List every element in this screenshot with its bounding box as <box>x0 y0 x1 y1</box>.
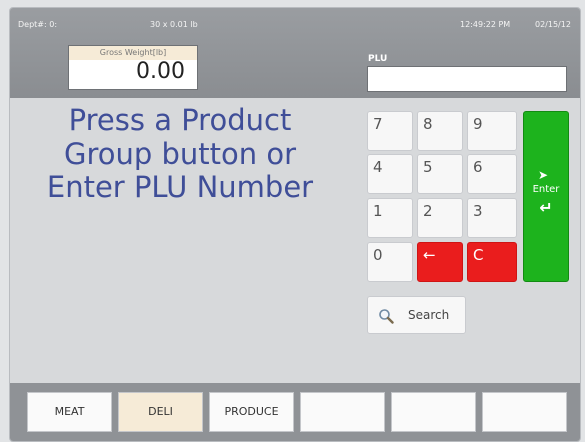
category-bar: MEAT DELI PRODUCE <box>10 383 580 441</box>
plu-label: PLU <box>368 54 388 64</box>
category-empty-button-2[interactable] <box>391 392 476 432</box>
category-deli-button[interactable]: DELI <box>118 392 203 432</box>
date-display: 02/15/12 <box>535 20 571 29</box>
time-display: 12:49:22 PM <box>460 20 511 29</box>
prompt-line-2: Group button or <box>63 136 297 171</box>
key-9[interactable]: 9 <box>467 111 517 151</box>
header-bar: Dept#: 0: 30 x 0.01 lb 12:49:22 PM 02/15… <box>10 8 580 98</box>
key-1[interactable]: 1 <box>367 198 413 238</box>
key-4[interactable]: 4 <box>367 154 413 194</box>
enter-arrow-icon: ↵ <box>539 198 553 217</box>
mouse-cursor-icon: ➤ <box>538 168 549 182</box>
category-produce-button[interactable]: PRODUCE <box>209 392 294 432</box>
scale-info: 30 x 0.01 lb <box>150 20 198 29</box>
weight-label: Gross Weight[lb] <box>69 46 197 60</box>
plu-input[interactable] <box>367 66 567 92</box>
instruction-prompt: Press a Product Group button or Enter PL… <box>30 103 330 205</box>
key-7[interactable]: 7 <box>367 111 413 151</box>
dept-indicator: Dept#: 0: <box>18 20 58 29</box>
category-empty-button-3[interactable] <box>482 392 567 432</box>
scale-app-window: Dept#: 0: 30 x 0.01 lb 12:49:22 PM 02/15… <box>9 7 581 442</box>
weight-value: 0.00 <box>136 59 185 84</box>
key-8[interactable]: 8 <box>417 111 463 151</box>
weight-display: Gross Weight[lb] 0.00 <box>68 45 198 90</box>
category-meat-button[interactable]: MEAT <box>27 392 112 432</box>
prompt-line-1: Press a Product <box>68 103 292 137</box>
clear-key[interactable]: C <box>467 242 517 282</box>
key-3[interactable]: 3 <box>467 198 517 238</box>
enter-key[interactable]: ➤ Enter ↵ <box>523 111 569 282</box>
search-button[interactable]: Search <box>367 296 466 334</box>
prompt-line-3: Enter PLU Number <box>46 170 314 205</box>
key-2[interactable]: 2 <box>417 198 463 238</box>
key-5[interactable]: 5 <box>417 154 463 194</box>
key-0[interactable]: 0 <box>367 242 413 282</box>
key-6[interactable]: 6 <box>467 154 517 194</box>
magnifier-icon <box>379 309 394 324</box>
search-label: Search <box>408 308 450 322</box>
enter-key-label: Enter <box>532 184 560 195</box>
backspace-key[interactable]: ← <box>417 242 463 282</box>
category-empty-button-1[interactable] <box>300 392 385 432</box>
